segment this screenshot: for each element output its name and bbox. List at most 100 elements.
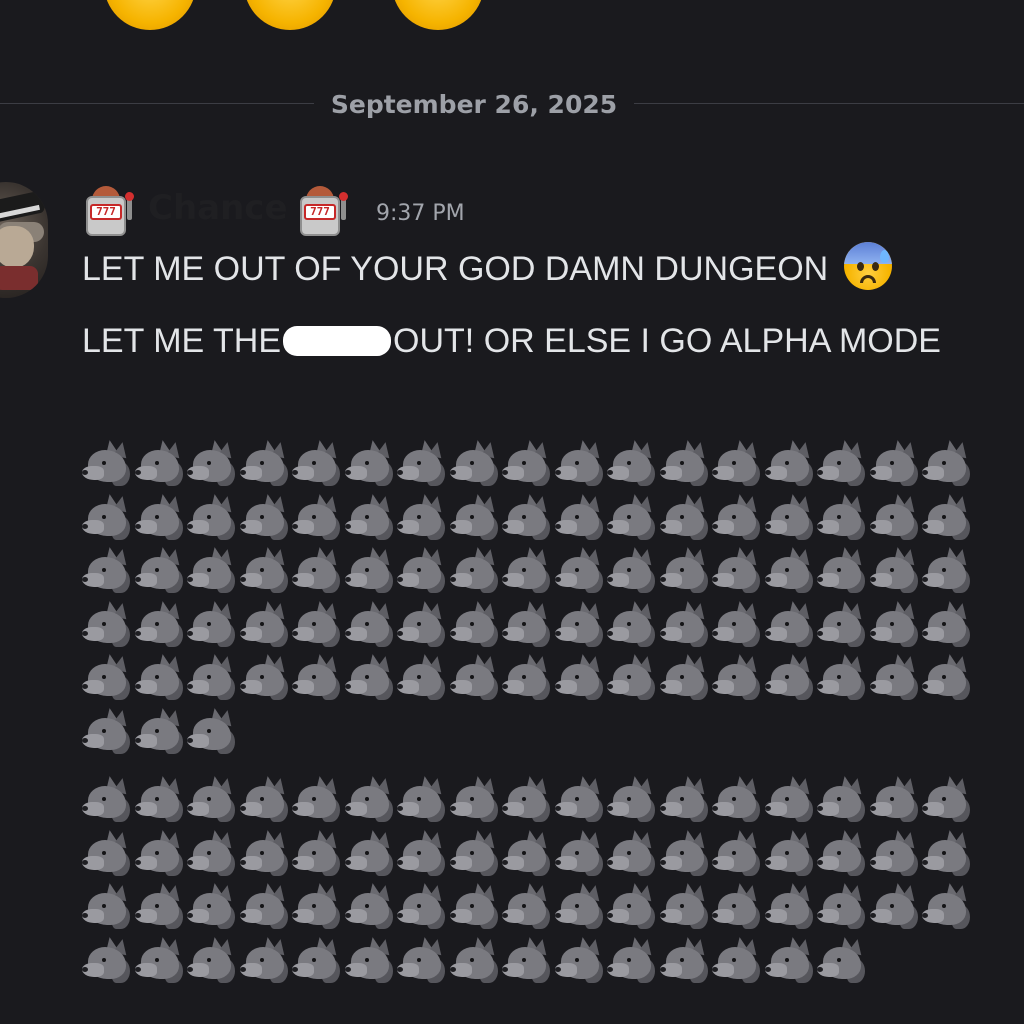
wolf-icon: [292, 650, 345, 704]
wolf-icon: [764, 597, 818, 651]
wolf-icon: [82, 879, 135, 933]
wolf-emoji-block-2: [82, 772, 982, 986]
wolf-icon: [712, 543, 765, 597]
wolf-icon: [817, 933, 870, 987]
wolf-icon: [817, 826, 870, 880]
wolf-icon: [764, 436, 818, 490]
wolf-icon: [239, 826, 293, 880]
wolf-icon: [659, 933, 713, 987]
wolf-icon: [607, 772, 660, 826]
wolf-icon: [922, 650, 975, 704]
wolf-icon: [607, 933, 660, 987]
wolf-icon: [869, 879, 923, 933]
wolf-icon: [764, 490, 818, 544]
wolf-icon: [869, 543, 923, 597]
wolf-icon: [869, 597, 923, 651]
wolf-icon: [764, 879, 818, 933]
wolf-icon: [449, 597, 503, 651]
wolf-icon: [817, 650, 870, 704]
wolf-icon: [397, 543, 450, 597]
wolf-icon: [449, 490, 503, 544]
wolf-icon: [187, 490, 240, 544]
wolf-icon: [554, 597, 608, 651]
message-header: 777 Chance 777 9:37 PM: [82, 182, 982, 242]
wolf-icon: [764, 933, 818, 987]
censor-bar: [283, 326, 392, 356]
emoji-reaction-icon[interactable]: [244, 0, 336, 30]
wolf-icon: [449, 772, 503, 826]
wolf-icon: [397, 879, 450, 933]
wolf-icon: [922, 772, 975, 826]
wolf-icon: [239, 436, 293, 490]
wolf-icon: [82, 490, 135, 544]
wolf-icon: [659, 772, 713, 826]
wolf-icon: [397, 490, 450, 544]
message-line-1: LET ME OUT OF YOUR GOD DAMN DUNGEON: [82, 242, 982, 296]
wolf-icon: [82, 772, 135, 826]
wolf-icon: [344, 772, 398, 826]
wolf-icon: [344, 597, 398, 651]
wolf-icon: [292, 436, 345, 490]
slot-machine-digits: 777: [90, 204, 122, 220]
slot-machine-icon: 777: [82, 184, 134, 238]
wolf-icon: [82, 650, 135, 704]
slot-machine-icon: 777: [296, 184, 348, 238]
wolf-icon: [764, 543, 818, 597]
wolf-icon: [659, 597, 713, 651]
wolf-icon: [344, 933, 398, 987]
wolf-icon: [659, 490, 713, 544]
wolf-icon: [659, 879, 713, 933]
wolf-icon: [134, 933, 188, 987]
wolf-icon: [82, 436, 135, 490]
divider-date: September 26, 2025: [330, 90, 618, 119]
wolf-icon: [134, 826, 188, 880]
wolf-icon: [869, 826, 923, 880]
avatar[interactable]: [0, 182, 48, 298]
wolf-icon: [922, 597, 975, 651]
wolf-icon: [449, 650, 503, 704]
chat-view: September 26, 2025 777 Chance 777 9:37 P…: [0, 0, 1024, 1024]
wolf-icon: [344, 826, 398, 880]
emoji-reaction-icon[interactable]: [392, 0, 484, 30]
emoji-reaction-icon[interactable]: [104, 0, 196, 30]
wolf-icon: [607, 650, 660, 704]
divider-line-left: [0, 103, 314, 104]
wolf-icon: [502, 879, 555, 933]
wolf-icon: [607, 879, 660, 933]
wolf-icon: [659, 826, 713, 880]
message-line-2: LET ME THE OUT! OR ELSE I GO ALPHA MODE: [82, 314, 982, 368]
message-text-before-censor: LET ME THE: [82, 322, 282, 360]
wolf-icon: [449, 826, 503, 880]
wolf-icon: [449, 543, 503, 597]
wolf-icon: [659, 436, 713, 490]
wolf-icon: [554, 933, 608, 987]
wolf-icon: [134, 650, 188, 704]
message-timestamp[interactable]: 9:37 PM: [376, 201, 465, 226]
wolf-icon: [344, 490, 398, 544]
wolf-icon: [659, 543, 713, 597]
wolf-icon: [187, 933, 240, 987]
wolf-icon: [397, 650, 450, 704]
wolf-icon: [82, 543, 135, 597]
wolf-icon: [344, 543, 398, 597]
wolf-icon: [292, 879, 345, 933]
wolf-icon: [712, 436, 765, 490]
wolf-icon: [869, 490, 923, 544]
wolf-icon: [502, 826, 555, 880]
wolf-icon: [292, 772, 345, 826]
wolf-icon: [922, 543, 975, 597]
slot-machine-digits: 777: [304, 204, 336, 220]
message-text-after-censor: OUT! OR ELSE I GO ALPHA MODE: [393, 322, 941, 360]
wolf-icon: [134, 772, 188, 826]
wolf-icon: [187, 650, 240, 704]
wolf-icon: [712, 826, 765, 880]
wolf-icon: [554, 436, 608, 490]
wolf-icon: [922, 879, 975, 933]
wolf-icon: [187, 704, 240, 758]
author-name[interactable]: Chance: [148, 188, 288, 228]
wolf-icon: [449, 879, 503, 933]
wolf-icon: [817, 879, 870, 933]
wolf-icon: [764, 650, 818, 704]
wolf-icon: [82, 933, 135, 987]
wolf-icon: [134, 490, 188, 544]
